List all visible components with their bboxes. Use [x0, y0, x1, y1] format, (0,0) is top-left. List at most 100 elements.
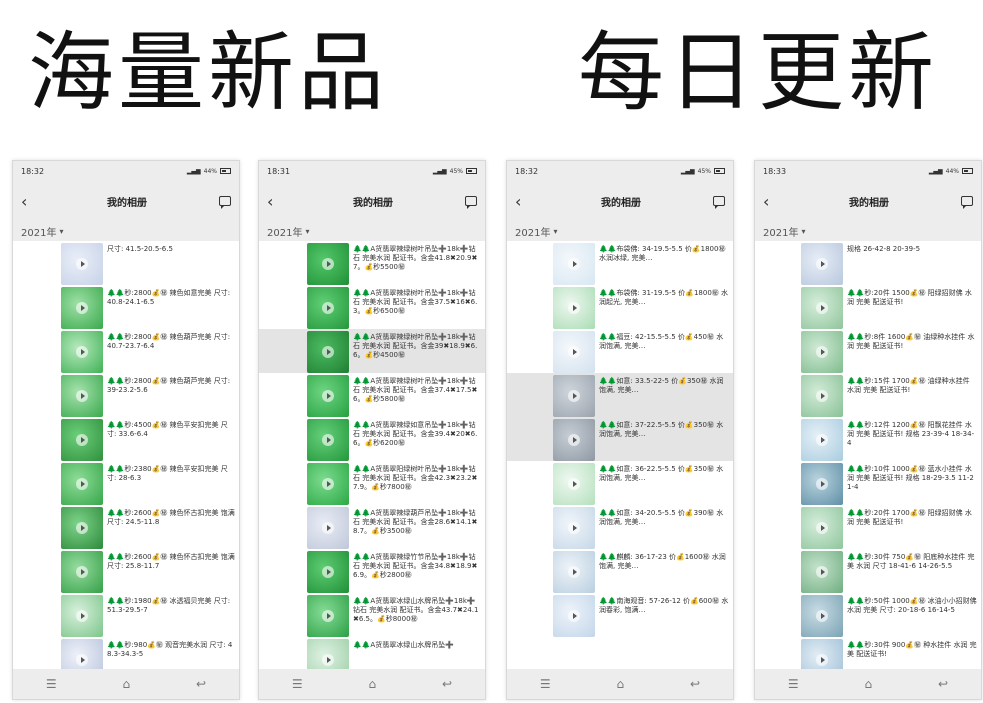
play-icon[interactable]: [76, 566, 88, 578]
message-icon[interactable]: [713, 196, 725, 209]
play-icon[interactable]: [816, 654, 828, 666]
return-icon[interactable]: ↩: [196, 677, 206, 691]
year-filter[interactable]: 2021年 ▾: [755, 221, 981, 241]
album-item[interactable]: 🌲🌲秒:4500💰㊙ 辣色平安扣完美 尺寸: 33.6-6.4: [13, 417, 239, 461]
video-thumbnail[interactable]: [61, 419, 103, 461]
home-icon[interactable]: ⌂: [617, 677, 625, 691]
album-item[interactable]: 🌲🌲A货翡翠辣绿葫芦吊坠➕18k➕钻石 完美水润 配证书。含金28.6✖14.1…: [259, 505, 485, 549]
video-thumbnail[interactable]: [801, 507, 843, 549]
video-thumbnail[interactable]: [307, 551, 349, 593]
play-icon[interactable]: [76, 478, 88, 490]
home-icon[interactable]: ⌂: [369, 677, 377, 691]
return-icon[interactable]: ↩: [442, 677, 452, 691]
album-list[interactable]: 规格 26-42-8 20-39-5 🌲🌲秒:20件 1500💰㊙ 阳绿招财佛 …: [755, 241, 981, 671]
video-thumbnail[interactable]: [553, 551, 595, 593]
play-icon[interactable]: [816, 434, 828, 446]
play-icon[interactable]: [568, 522, 580, 534]
back-arrow-icon[interactable]: ‹: [763, 192, 777, 211]
album-item[interactable]: 🌲🌲布袋佛: 31-19.5-5 价💰1800㊙ 水润起光, 完美…: [507, 285, 733, 329]
album-item[interactable]: 🌲🌲秒:2800💰㊙ 辣色葫芦完美 尺寸: 40.7-23.7-6.4: [13, 329, 239, 373]
play-icon[interactable]: [76, 258, 88, 270]
play-icon[interactable]: [76, 346, 88, 358]
album-item[interactable]: 🌲🌲秒:2800💰㊙ 辣色如意完美 尺寸: 40.8-24.1-6.5: [13, 285, 239, 329]
video-thumbnail[interactable]: [307, 243, 349, 285]
home-icon[interactable]: ⌂: [865, 677, 873, 691]
play-icon[interactable]: [816, 522, 828, 534]
play-icon[interactable]: [322, 434, 334, 446]
album-item[interactable]: 🌲🌲A货翡翠辣绿竹节吊坠➕18k➕钻石 完美水润 配证书。含金34.8✖18.9…: [259, 549, 485, 593]
album-item[interactable]: 🌲🌲秒:2600💰㊙ 辣色怀古扣完美 饱满 尺寸: 25.8-11.7: [13, 549, 239, 593]
album-item[interactable]: 🌲🌲秒:2800💰㊙ 辣色葫芦完美 尺寸: 39-23.2-5.6: [13, 373, 239, 417]
album-list[interactable]: 🌲🌲布袋佛: 34-19.5-5.5 价💰1800㊙ 水润冰绿, 完美… 🌲🌲布…: [507, 241, 733, 671]
album-item[interactable]: 🌲🌲麒麟: 36-17-23 价💰1600㊙ 水润饱满, 完美…: [507, 549, 733, 593]
play-icon[interactable]: [322, 346, 334, 358]
play-icon[interactable]: [568, 302, 580, 314]
album-list[interactable]: 尺寸: 41.5-20.5-6.5 🌲🌲秒:2800💰㊙ 辣色如意完美 尺寸: …: [13, 241, 239, 671]
album-item[interactable]: 🌲🌲如意: 34-20.5-5.5 价💰390㊙ 水润饱满, 完美…: [507, 505, 733, 549]
album-item[interactable]: 🌲🌲A货翡翠冰绿山水牌吊坠➕: [259, 637, 485, 671]
play-icon[interactable]: [568, 434, 580, 446]
play-icon[interactable]: [76, 390, 88, 402]
video-thumbnail[interactable]: [553, 419, 595, 461]
album-item[interactable]: 🌲🌲如意: 37-22.5-5.5 价💰350㊙ 水润饱满, 完美…: [507, 417, 733, 461]
album-item[interactable]: 🌲🌲秒:30件 750💰㊙ 阳底种水挂件 完美 水润 尺寸 18-41-6 14…: [755, 549, 981, 593]
album-list[interactable]: 🌲🌲A货翡翠辣绿树叶吊坠➕18k➕钻石 完美水润 配证书。含金41.8✖20.9…: [259, 241, 485, 671]
video-thumbnail[interactable]: [801, 331, 843, 373]
video-thumbnail[interactable]: [61, 287, 103, 329]
play-icon[interactable]: [568, 610, 580, 622]
menu-icon[interactable]: ☰: [292, 677, 303, 691]
album-item[interactable]: 🌲🌲A货翡翠辣绿树叶吊坠➕18k➕钻石 完美水润 配证书。含金39✖18.9✖6…: [259, 329, 485, 373]
play-icon[interactable]: [568, 258, 580, 270]
play-icon[interactable]: [76, 610, 88, 622]
return-icon[interactable]: ↩: [690, 677, 700, 691]
video-thumbnail[interactable]: [801, 243, 843, 285]
play-icon[interactable]: [322, 478, 334, 490]
video-thumbnail[interactable]: [553, 463, 595, 505]
play-icon[interactable]: [816, 478, 828, 490]
play-icon[interactable]: [816, 346, 828, 358]
message-icon[interactable]: [961, 196, 973, 209]
home-icon[interactable]: ⌂: [123, 677, 131, 691]
play-icon[interactable]: [322, 610, 334, 622]
menu-icon[interactable]: ☰: [46, 677, 57, 691]
play-icon[interactable]: [816, 610, 828, 622]
video-thumbnail[interactable]: [307, 595, 349, 637]
message-icon[interactable]: [465, 196, 477, 209]
album-item[interactable]: 🌲🌲A货翡翠辣绿树叶吊坠➕18k➕钻石 完美水润 配证书。含金41.8✖20.9…: [259, 241, 485, 285]
return-icon[interactable]: ↩: [938, 677, 948, 691]
video-thumbnail[interactable]: [61, 331, 103, 373]
album-item[interactable]: 🌲🌲A货翡翠辣绿树叶吊坠➕18k➕钻石 完美水润 配证书。含金37.5✖16✖6…: [259, 285, 485, 329]
album-item[interactable]: 🌲🌲布袋佛: 34-19.5-5.5 价💰1800㊙ 水润冰绿, 完美…: [507, 241, 733, 285]
play-icon[interactable]: [76, 522, 88, 534]
album-item[interactable]: 🌲🌲秒:12件 1200💰㊙ 阳飘花挂件 水润 完美 配送证书! 规格 23-3…: [755, 417, 981, 461]
video-thumbnail[interactable]: [553, 243, 595, 285]
play-icon[interactable]: [816, 566, 828, 578]
video-thumbnail[interactable]: [801, 639, 843, 671]
video-thumbnail[interactable]: [61, 639, 103, 671]
play-icon[interactable]: [76, 302, 88, 314]
video-thumbnail[interactable]: [307, 639, 349, 671]
video-thumbnail[interactable]: [801, 551, 843, 593]
album-item[interactable]: 🌲🌲秒:20件 1700💰㊙ 阳绿招财佛 水润 完美 配送证书!: [755, 505, 981, 549]
play-icon[interactable]: [568, 478, 580, 490]
video-thumbnail[interactable]: [307, 463, 349, 505]
back-arrow-icon[interactable]: ‹: [515, 192, 529, 211]
album-item[interactable]: 🌲🌲秒:10件 1000💰㊙ 蓝水小挂件 水润 完美 配送证书! 规格 18-2…: [755, 461, 981, 505]
album-item[interactable]: 🌲🌲秒:8件 1600💰㊙ 油绿种水挂件 水润 完美 配送证书!: [755, 329, 981, 373]
play-icon[interactable]: [322, 654, 334, 666]
video-thumbnail[interactable]: [553, 287, 595, 329]
play-icon[interactable]: [76, 434, 88, 446]
album-item[interactable]: 🌲🌲秒:30件 900💰㊙ 种水挂件 水润 完美 配送证书!: [755, 637, 981, 671]
album-item[interactable]: 🌲🌲如意: 36-22.5-5.5 价💰350㊙ 水润饱满, 完美…: [507, 461, 733, 505]
video-thumbnail[interactable]: [553, 331, 595, 373]
album-item[interactable]: 规格 26-42-8 20-39-5: [755, 241, 981, 285]
play-icon[interactable]: [322, 566, 334, 578]
video-thumbnail[interactable]: [61, 243, 103, 285]
play-icon[interactable]: [322, 390, 334, 402]
play-icon[interactable]: [322, 302, 334, 314]
video-thumbnail[interactable]: [61, 507, 103, 549]
play-icon[interactable]: [816, 390, 828, 402]
video-thumbnail[interactable]: [801, 375, 843, 417]
play-icon[interactable]: [568, 346, 580, 358]
album-item[interactable]: 🌲🌲A货翡翠辣绿如意吊坠➕18k➕钻石 完美水润 配证书。含金39.4✖20✖6…: [259, 417, 485, 461]
